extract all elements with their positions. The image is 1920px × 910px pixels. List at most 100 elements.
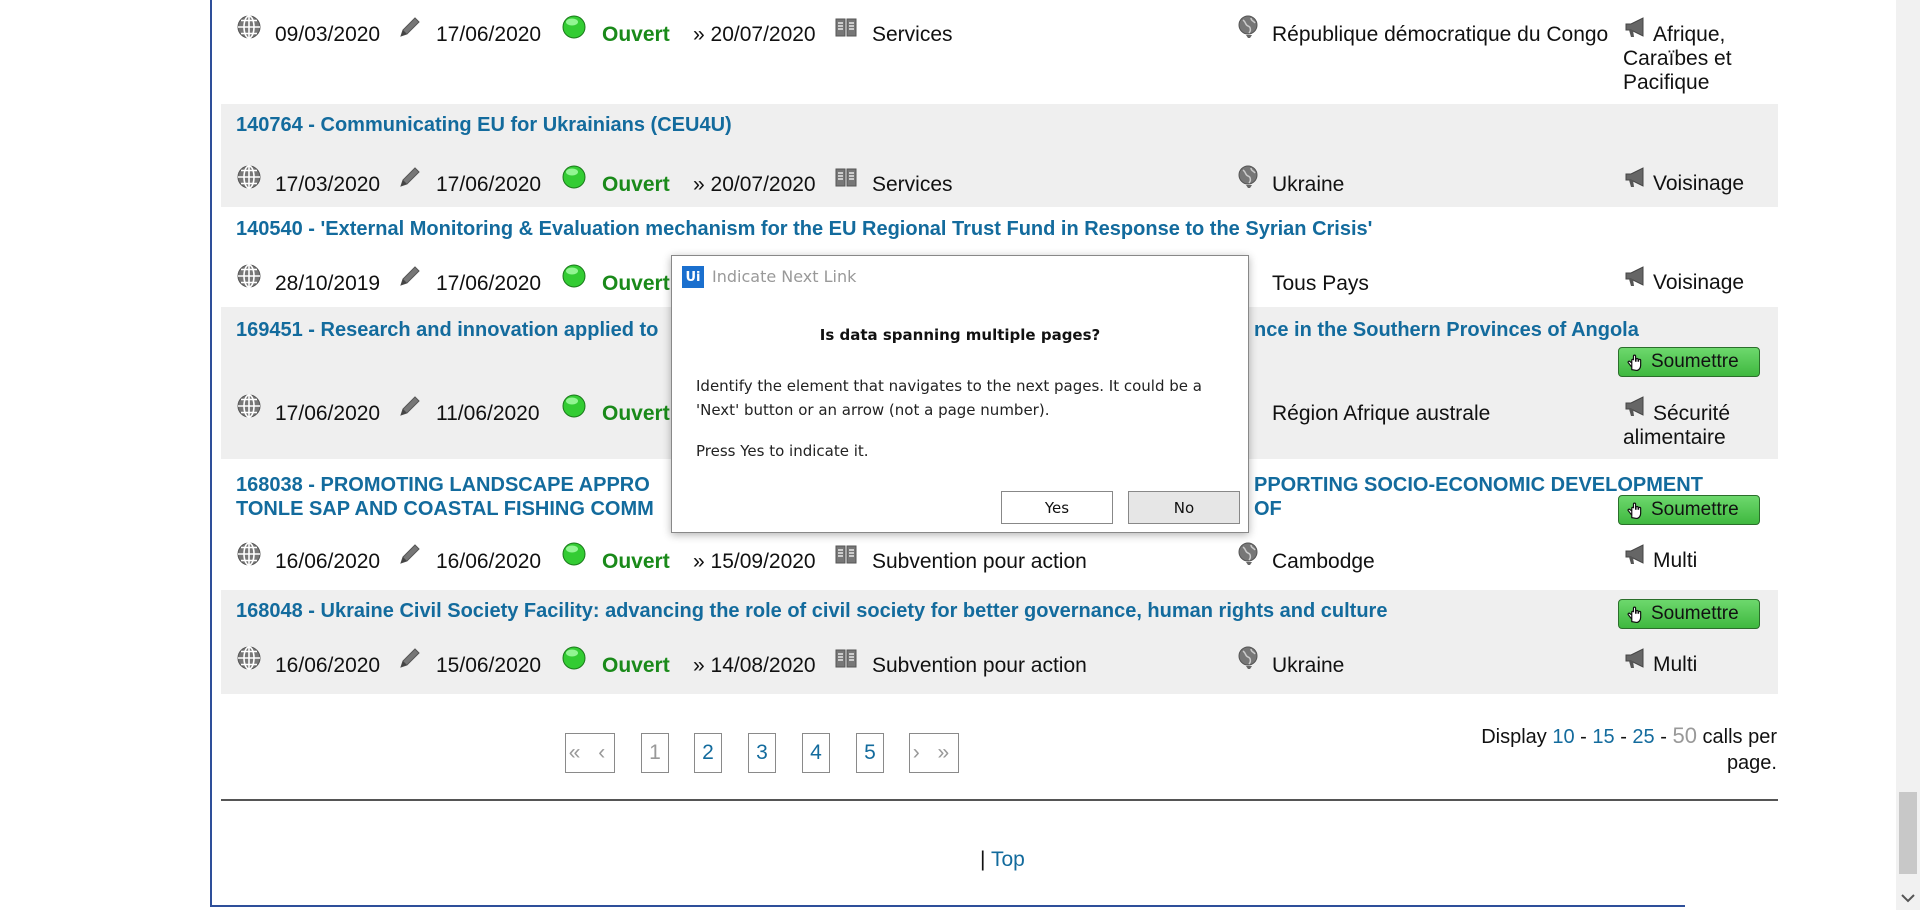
pagination-first-prev[interactable]: « ‹ xyxy=(565,733,615,773)
region: Voisinage xyxy=(1653,172,1745,195)
no-button[interactable]: No xyxy=(1128,491,1240,524)
submit-button[interactable]: Soumettre xyxy=(1618,495,1760,525)
updated-date: 11/06/2020 xyxy=(436,402,540,425)
yes-button[interactable]: Yes xyxy=(1001,491,1113,524)
call-title-link[interactable]: 168048 - Ukraine Civil Society Facility:… xyxy=(236,599,1611,623)
submit-button[interactable]: Soumettre xyxy=(1618,347,1760,377)
globe-icon xyxy=(236,393,262,419)
country: République démocratique du Congo xyxy=(1272,23,1609,46)
published-date: 16/06/2020 xyxy=(275,654,381,677)
row-meta: 16/06/2020 16/06/2020 Ouvert » 15/09/202… xyxy=(236,541,1778,597)
page-size-suffix: calls per page. xyxy=(1702,726,1777,774)
published-date: 17/06/2020 xyxy=(275,402,381,425)
region: Multi xyxy=(1653,549,1698,572)
row-meta: 16/06/2020 15/06/2020 Ouvert » 14/08/202… xyxy=(236,645,1778,701)
hand-pointer-icon xyxy=(1625,603,1647,625)
pagination-next-last[interactable]: › » xyxy=(909,733,959,773)
call-title-link[interactable]: 168038 - PROMOTING LANDSCAPE APPRO xyxy=(236,473,706,497)
updated-date: 15/06/2020 xyxy=(436,654,542,677)
scrollbar-thumb[interactable] xyxy=(1899,792,1917,874)
megaphone-icon xyxy=(1623,263,1649,289)
pencil-icon xyxy=(397,14,423,40)
call-title-link-line2[interactable]: TONLE SAP AND COASTAL FISHING COMM xyxy=(236,497,706,521)
footer-nav: | Top xyxy=(980,848,1025,872)
contract-type: Subvention pour action xyxy=(872,550,1087,573)
region: Multi xyxy=(1653,653,1698,676)
country: Ukraine xyxy=(1272,173,1345,196)
pencil-icon xyxy=(397,164,423,190)
uipath-logo-icon: Ui xyxy=(682,266,704,288)
book-icon xyxy=(833,645,859,671)
submit-label: Soumettre xyxy=(1651,603,1739,624)
page-size-separator: - xyxy=(1660,726,1667,748)
status-green-icon xyxy=(561,645,587,671)
list-item: 09/03/2020 17/06/2020 Ouvert » 20/07/202… xyxy=(221,0,1778,104)
call-title-link[interactable]: 140540 - 'External Monitoring & Evaluati… xyxy=(236,217,1611,241)
top-link[interactable]: Top xyxy=(991,848,1025,871)
page-size-option[interactable]: 10 xyxy=(1552,726,1574,748)
indicate-next-link-dialog: Ui Indicate Next Link Is data spanning m… xyxy=(671,255,1249,533)
status-green-icon xyxy=(561,263,587,289)
dialog-message: Identify the element that navigates to t… xyxy=(696,377,1202,419)
submit-label: Soumettre xyxy=(1651,499,1739,520)
region: Sécurité alimentaire xyxy=(1623,402,1731,449)
pagination-page[interactable]: 2 xyxy=(694,733,722,773)
pencil-icon xyxy=(397,263,423,289)
map-icon xyxy=(1236,541,1262,567)
call-title-link-right[interactable]: nce in the Southern Provinces of Angola xyxy=(1254,318,1654,342)
page-size-option[interactable]: 15 xyxy=(1592,726,1614,748)
hand-pointer-icon xyxy=(1625,499,1647,521)
row-meta: 09/03/2020 17/06/2020 Ouvert » 20/07/202… xyxy=(236,14,1778,94)
book-icon xyxy=(833,164,859,190)
list-item: 140764 - Communicating EU for Ukrainians… xyxy=(221,104,1778,207)
status-label: Ouvert xyxy=(602,550,670,573)
contract-type: Services xyxy=(872,173,953,196)
updated-date: 16/06/2020 xyxy=(436,550,542,573)
updated-date: 17/06/2020 xyxy=(436,173,542,196)
region: Voisinage xyxy=(1653,271,1745,294)
globe-icon xyxy=(236,164,262,190)
status-green-icon xyxy=(561,541,587,567)
book-icon xyxy=(833,14,859,40)
pagination-page[interactable]: 5 xyxy=(856,733,884,773)
updated-date: 17/06/2020 xyxy=(436,23,542,46)
submit-label: Soumettre xyxy=(1651,351,1739,372)
megaphone-icon xyxy=(1623,541,1649,567)
list-item: 168048 - Ukraine Civil Society Facility:… xyxy=(221,590,1778,694)
megaphone-icon xyxy=(1623,164,1649,190)
divider xyxy=(221,799,1778,801)
chevron-down-icon[interactable] xyxy=(1900,890,1916,906)
submit-button[interactable]: Soumettre xyxy=(1618,599,1760,629)
published-date: 16/06/2020 xyxy=(275,550,381,573)
map-icon xyxy=(1236,645,1262,671)
pagination-page[interactable]: 3 xyxy=(748,733,776,773)
contract-type: Services xyxy=(872,23,953,46)
status-green-icon xyxy=(561,393,587,419)
call-title-link[interactable]: 169451 - Research and innovation applied… xyxy=(236,318,736,342)
call-title-link[interactable]: 140764 - Communicating EU for Ukrainians… xyxy=(236,113,1611,137)
status-green-icon xyxy=(561,164,587,190)
deadline: » 20/07/2020 xyxy=(693,23,816,46)
page-size-option[interactable]: 25 xyxy=(1632,726,1654,748)
globe-icon xyxy=(236,645,262,671)
book-icon xyxy=(833,541,859,567)
pagination-page[interactable]: 4 xyxy=(802,733,830,773)
published-date: 09/03/2020 xyxy=(275,23,381,46)
region: Afrique, Caraïbes et Pacifique xyxy=(1623,23,1732,94)
page-size-prefix: Display xyxy=(1481,726,1547,748)
dialog-question: Is data spanning multiple pages? xyxy=(819,326,1101,344)
country: Tous Pays xyxy=(1272,272,1369,295)
page-size-separator: - xyxy=(1580,726,1587,748)
page-size-selector: Display 10 - 15 - 25 - 50 calls per page… xyxy=(1440,723,1777,776)
vertical-scrollbar[interactable] xyxy=(1896,0,1920,910)
dialog-instruction: Press Yes to indicate it. xyxy=(696,442,869,460)
globe-icon xyxy=(236,541,262,567)
contract-type: Subvention pour action xyxy=(872,654,1087,677)
deadline: » 14/08/2020 xyxy=(693,654,816,677)
deadline: » 20/07/2020 xyxy=(693,173,816,196)
globe-icon xyxy=(236,263,262,289)
deadline: » 15/09/2020 xyxy=(693,550,816,573)
status-label: Ouvert xyxy=(602,402,670,425)
pencil-icon xyxy=(397,541,423,567)
published-date: 28/10/2019 xyxy=(275,272,381,295)
